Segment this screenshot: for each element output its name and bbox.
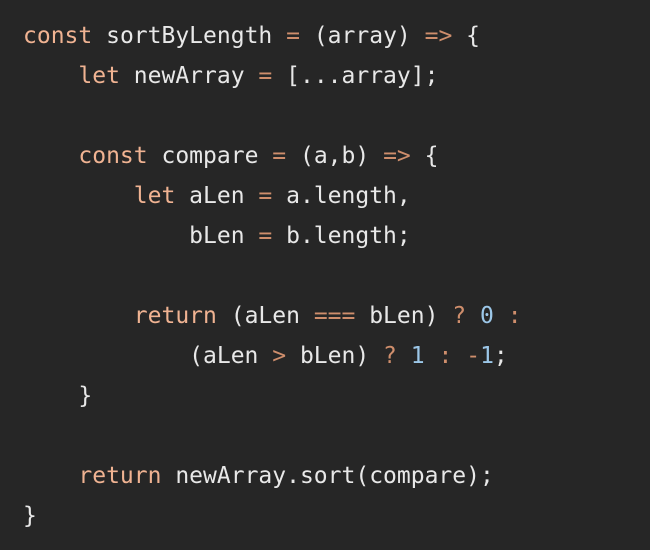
code-token: 1	[480, 343, 494, 369]
code-line: let newArray = [...array];	[23, 56, 650, 96]
code-token: -	[466, 343, 481, 369]
code-token: {	[410, 143, 439, 169]
code-token: a.length,	[272, 183, 411, 209]
code-token: 0	[480, 303, 494, 329]
code-token: const	[23, 23, 93, 49]
code-token: =	[258, 183, 273, 209]
code-token: >	[272, 343, 287, 369]
code-token: ===	[313, 303, 356, 329]
code-token: :	[438, 343, 453, 369]
code-line: const sortByLength = (array) => {	[23, 16, 650, 56]
code-token: (array)	[299, 23, 425, 49]
code-token: (aLen	[23, 343, 273, 369]
code-line: let aLen = a.length,	[23, 176, 650, 216]
code-token: 1	[410, 343, 425, 369]
code-token: let	[78, 63, 120, 89]
code-token: =	[258, 63, 273, 89]
code-token: [...array];	[272, 63, 439, 89]
code-token: bLen)	[286, 343, 384, 369]
code-token: {	[452, 23, 481, 49]
code-token: b.length;	[272, 223, 411, 249]
code-token: ?	[383, 343, 397, 369]
code-token: (aLen	[216, 303, 314, 329]
code-token: newArray	[119, 63, 259, 89]
code-token: bLen)	[355, 303, 453, 329]
code-token: =	[258, 223, 273, 249]
code-token: let	[133, 183, 176, 209]
code-token: return	[133, 303, 217, 329]
code-token: sortByLength	[92, 23, 287, 49]
code-token: (a,b)	[286, 143, 384, 169]
code-token: newArray.sort(compare);	[161, 463, 494, 489]
code-block: const sortByLength = (array) => { let ne…	[23, 16, 650, 536]
code-token: =>	[424, 23, 453, 49]
code-line: (aLen > bLen) ? 1 : -1;	[23, 336, 650, 376]
code-token: }	[23, 383, 93, 409]
code-token: =>	[383, 143, 411, 169]
code-line: bLen = b.length;	[23, 216, 650, 256]
code-editor[interactable]: const sortByLength = (array) => { let ne…	[0, 0, 650, 550]
code-line: }	[23, 496, 650, 536]
code-token: :	[507, 303, 522, 329]
code-token: ?	[452, 303, 467, 329]
code-token: aLen	[175, 183, 259, 209]
code-line: }	[23, 376, 650, 416]
code-token: compare	[147, 143, 273, 169]
code-token: }	[23, 503, 37, 529]
code-line: const compare = (a,b) => {	[23, 136, 650, 176]
code-token: return	[78, 463, 162, 489]
code-token: bLen	[23, 223, 259, 249]
code-token: =	[286, 23, 300, 49]
code-token: =	[272, 143, 287, 169]
code-token: const	[78, 143, 148, 169]
code-line: return newArray.sort(compare);	[23, 456, 650, 496]
code-line: return (aLen === bLen) ? 0 :	[23, 296, 650, 336]
code-token: ;	[493, 343, 508, 369]
